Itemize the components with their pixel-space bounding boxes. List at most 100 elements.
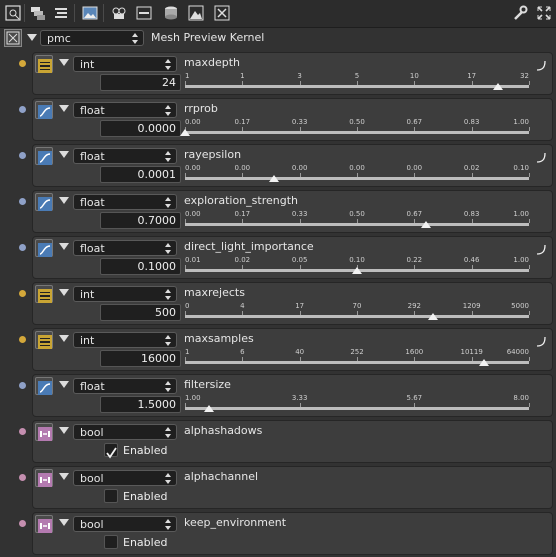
collapse-arrow-icon[interactable] — [59, 289, 69, 296]
picture-icon[interactable] — [81, 4, 99, 22]
enabled-checkbox[interactable] — [104, 489, 118, 503]
tick-label: 1 — [185, 72, 190, 80]
slider-thumb[interactable] — [493, 83, 504, 90]
slider-track[interactable] — [185, 361, 529, 364]
param-type-select[interactable]: int — [73, 286, 177, 302]
cylinder-icon[interactable] — [162, 4, 180, 22]
collapse-arrow-icon[interactable] — [59, 59, 69, 66]
collapse-arrow-icon[interactable] — [59, 335, 69, 342]
kernel-node-icon[interactable] — [4, 29, 22, 47]
enabled-checkbox[interactable] — [104, 443, 118, 459]
float-type-icon[interactable] — [35, 193, 53, 211]
param-type-value: int — [80, 334, 95, 347]
input-pin[interactable] — [19, 428, 26, 435]
bool-type-icon[interactable] — [35, 469, 53, 487]
input-pin[interactable] — [19, 106, 26, 113]
collapse-arrow-icon[interactable] — [59, 519, 69, 526]
param-type-select[interactable]: bool — [73, 470, 177, 486]
input-pin[interactable] — [19, 244, 26, 251]
collapse-arrow-icon[interactable] — [59, 381, 69, 388]
input-pin[interactable] — [19, 336, 26, 343]
param-type-select[interactable]: float — [73, 240, 177, 256]
slider-track[interactable] — [185, 315, 529, 318]
expand-icon[interactable] — [535, 4, 553, 22]
layers-icon[interactable] — [29, 4, 47, 22]
bool-type-icon[interactable] — [35, 423, 53, 441]
tick-label: 10119 — [460, 348, 483, 356]
tick-label: 0.17 — [234, 118, 251, 126]
tick-mark — [529, 81, 530, 85]
enabled-checkbox[interactable] — [104, 535, 118, 549]
param-type-select[interactable]: float — [73, 378, 177, 394]
param-value-field[interactable]: 0.7000 — [100, 212, 181, 229]
param-type-select[interactable]: bool — [73, 516, 177, 532]
input-pin[interactable] — [19, 198, 26, 205]
collapse-arrow-icon[interactable] — [59, 151, 69, 158]
checkbox-label: Enabled — [123, 490, 168, 503]
input-pin[interactable] — [19, 152, 26, 159]
slider-thumb[interactable] — [479, 359, 490, 366]
curve-icon[interactable] — [536, 56, 547, 71]
tick-mark — [529, 311, 530, 315]
tick-label: 1.00 — [513, 210, 529, 218]
param-type-select[interactable]: int — [73, 56, 177, 72]
slider-track[interactable] — [185, 85, 529, 88]
collapse-arrow-icon[interactable] — [59, 197, 69, 204]
param-type-select[interactable]: bool — [73, 424, 177, 440]
param-value-field[interactable]: 24 — [100, 74, 181, 91]
input-pin[interactable] — [19, 60, 26, 67]
slider-track[interactable] — [185, 177, 529, 180]
tick-label: 1600 — [405, 348, 424, 356]
slider-thumb[interactable] — [420, 221, 431, 228]
param-type-select[interactable]: float — [73, 194, 177, 210]
slider-track[interactable] — [185, 131, 529, 134]
slider-thumb[interactable] — [427, 313, 438, 320]
collapse-arrow-icon[interactable] — [59, 427, 69, 434]
collapse-arrow-icon[interactable] — [27, 34, 37, 41]
float-type-icon[interactable] — [35, 147, 53, 165]
slider-thumb[interactable] — [204, 405, 215, 412]
param-type-select[interactable]: float — [73, 148, 177, 164]
float-type-icon[interactable] — [35, 101, 53, 119]
curve-icon[interactable] — [536, 240, 547, 255]
slider-thumb[interactable] — [269, 175, 280, 182]
kernel-type-select[interactable]: pmc — [40, 30, 144, 46]
int-type-icon[interactable] — [35, 55, 53, 73]
list-icon[interactable] — [52, 4, 70, 22]
curve-icon[interactable] — [536, 332, 547, 347]
curve-icon[interactable] — [536, 148, 547, 163]
updown-arrows-icon — [165, 105, 172, 116]
int-type-icon[interactable] — [35, 285, 53, 303]
camera-icon[interactable] — [110, 4, 128, 22]
float-type-icon[interactable] — [35, 377, 53, 395]
param-value-field[interactable]: 0.0001 — [100, 166, 181, 183]
param-type-select[interactable]: float — [73, 102, 177, 118]
param-value-field[interactable]: 0.1000 — [100, 258, 181, 275]
param-value-field[interactable]: 500 — [100, 304, 181, 321]
float-type-icon[interactable] — [35, 239, 53, 257]
updown-arrows-icon — [132, 33, 139, 44]
input-pin[interactable] — [19, 474, 26, 481]
tick-label: 1 — [240, 72, 245, 80]
slider-thumb[interactable] — [352, 267, 362, 274]
param-value-field[interactable]: 16000 — [100, 350, 181, 367]
slider-track[interactable] — [185, 407, 529, 410]
film-settings-icon[interactable] — [135, 4, 153, 22]
collapse-arrow-icon[interactable] — [59, 105, 69, 112]
param-value-field[interactable]: 0.0000 — [100, 120, 181, 137]
collapse-arrow-icon[interactable] — [59, 473, 69, 480]
wrench-icon[interactable] — [511, 4, 529, 22]
input-pin[interactable] — [19, 382, 26, 389]
input-pin[interactable] — [19, 520, 26, 527]
input-pin[interactable] — [19, 290, 26, 297]
image-icon[interactable] — [187, 4, 205, 22]
param-value-field[interactable]: 1.5000 — [100, 396, 181, 413]
render-region-icon[interactable] — [4, 4, 22, 22]
bool-type-icon[interactable] — [35, 515, 53, 533]
collapse-arrow-icon[interactable] — [59, 243, 69, 250]
slider-thumb[interactable] — [180, 129, 190, 136]
param-type-select[interactable]: int — [73, 332, 177, 348]
fit-icon[interactable] — [213, 4, 231, 22]
slider-track[interactable] — [185, 223, 529, 226]
int-type-icon[interactable] — [35, 331, 53, 349]
